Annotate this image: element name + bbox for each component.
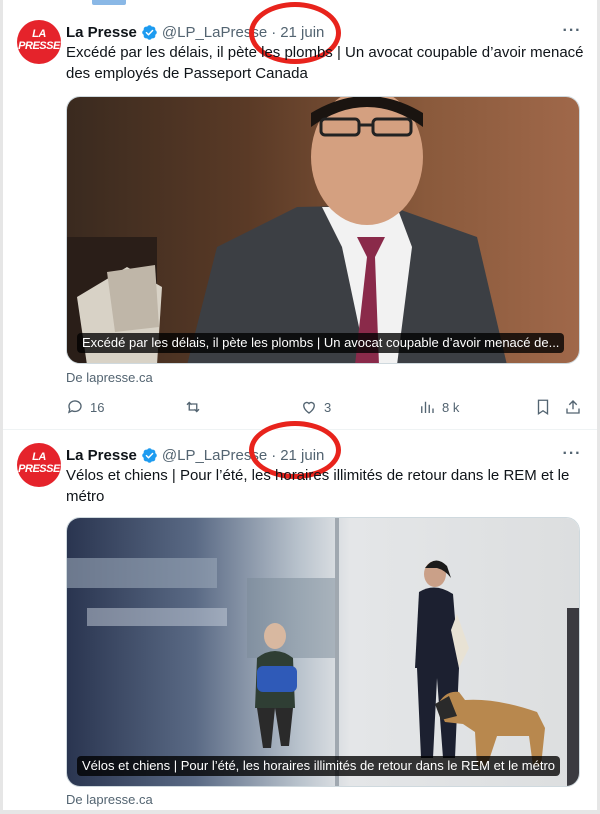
reply-count: 16: [90, 399, 105, 415]
media-caption: Vélos et chiens | Pour l’été, les horair…: [77, 756, 561, 776]
views-count: 8 k: [442, 399, 460, 415]
retweet-icon: [186, 401, 200, 413]
author-name[interactable]: La Presse: [66, 447, 137, 464]
tweet[interactable]: LA PRESSE La Presse @LP_LaPresse · 21 ju…: [3, 421, 597, 811]
tweet-text: Vélos et chiens | Pour l’été, les horair…: [66, 467, 570, 505]
tweet-header: La Presse @LP_LaPresse · 21 juin: [66, 445, 324, 465]
tweet-text: Excédé par les délais, il pète les plomb…: [66, 44, 584, 82]
verified-badge-icon: [142, 447, 157, 463]
separator-dot: ·: [271, 446, 277, 464]
bookmark-button[interactable]: [534, 398, 552, 416]
share-button[interactable]: [564, 398, 582, 416]
bookmark-icon: [537, 399, 549, 416]
tweet-header: La Presse @LP_LaPresse · 21 juin: [66, 22, 324, 42]
avatar[interactable]: LA PRESSE: [17, 20, 61, 64]
tweet[interactable]: LA PRESSE La Presse @LP_LaPresse · 21 ju…: [3, 2, 597, 430]
author-handle[interactable]: @LP_LaPresse: [162, 447, 267, 464]
more-dots-icon[interactable]: ···: [561, 20, 583, 42]
author-handle[interactable]: @LP_LaPresse: [162, 24, 267, 41]
separator-dot: ·: [271, 23, 277, 41]
views-button[interactable]: 8 k: [418, 398, 459, 416]
avatar-logo-text: PRESSE: [18, 40, 60, 52]
tweet-date[interactable]: 21 juin: [280, 24, 324, 41]
news-photo-man-in-suit: [67, 97, 579, 363]
avatar-logo-text: LA: [32, 28, 46, 40]
media-caption: Excédé par les délais, il pète les plomb…: [77, 333, 565, 353]
avatar[interactable]: LA PRESSE: [17, 443, 61, 487]
link-source[interactable]: De lapresse.ca: [66, 370, 153, 385]
news-photo-metro-station-dog: [67, 518, 579, 786]
verified-badge-icon: [142, 24, 157, 40]
share-icon: [566, 400, 580, 414]
tweet-actions: 16 3 8 k: [66, 398, 586, 418]
views-chart-icon: [421, 401, 434, 413]
more-dots-icon[interactable]: ···: [561, 443, 583, 465]
avatar-logo-text: LA: [32, 451, 46, 463]
retweet-button[interactable]: [184, 398, 208, 416]
tweet-date[interactable]: 21 juin: [280, 447, 324, 464]
author-name[interactable]: La Presse: [66, 24, 137, 41]
like-count: 3: [324, 399, 332, 415]
link-source[interactable]: De lapresse.ca: [66, 792, 153, 807]
avatar-logo-text: PRESSE: [18, 463, 60, 475]
tweet-media-card[interactable]: Excédé par les délais, il pète les plomb…: [66, 96, 580, 364]
reply-icon: [67, 400, 82, 414]
top-scroll-indicator: [92, 0, 126, 5]
like-button[interactable]: 3: [300, 398, 331, 416]
heart-icon: [303, 401, 315, 414]
reply-button[interactable]: 16: [66, 398, 104, 416]
tweet-media-card[interactable]: Vélos et chiens | Pour l’été, les horair…: [66, 517, 580, 787]
